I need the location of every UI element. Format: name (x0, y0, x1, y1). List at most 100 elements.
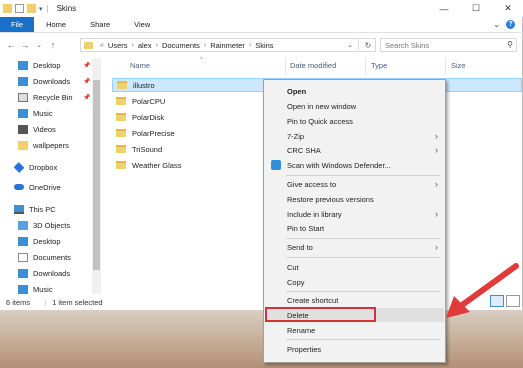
search-placeholder: Search Skins (385, 40, 430, 50)
column-size[interactable]: Size (451, 61, 466, 70)
menu-item-pin-to-quick-access[interactable]: Pin to Quick access (265, 114, 444, 128)
breadcrumb-users[interactable]: Users (108, 41, 128, 50)
menu-item-crc-sha[interactable]: CRC SHA › (265, 143, 444, 157)
nav-item-3d-objects[interactable]: 3D Objects (18, 218, 70, 232)
tab-view[interactable]: View (122, 17, 162, 32)
submenu-arrow-icon: › (435, 209, 438, 219)
help-icon[interactable]: ? (506, 20, 515, 29)
submenu-arrow-icon: › (435, 131, 438, 141)
menu-item-restore-previous-versions[interactable]: Restore previous versions (265, 192, 444, 206)
properties-icon[interactable] (15, 4, 24, 13)
documents-icon (18, 252, 28, 262)
folder-icon (116, 129, 126, 137)
maximize-button[interactable]: ☐ (462, 0, 490, 17)
column-separator[interactable] (445, 58, 446, 74)
navigation-scrollbar[interactable] (92, 58, 101, 294)
menu-item-pin-to-start[interactable]: Pin to Start (265, 221, 444, 235)
folder-icon (117, 81, 127, 89)
menu-item-give-access-to[interactable]: Give access to › (265, 177, 444, 191)
nav-item-dropbox[interactable]: Dropbox (13, 160, 57, 174)
menu-item-properties[interactable]: Properties (265, 342, 444, 356)
menu-item-open-in-new-window[interactable]: Open in new window (265, 99, 444, 113)
column-type[interactable]: Type (371, 61, 387, 70)
nav-item-documents[interactable]: Documents (18, 250, 71, 264)
minimize-button[interactable]: — (430, 0, 458, 17)
address-bar[interactable]: « Users › alex › Documents › Rainmeter ›… (80, 38, 376, 52)
menu-item-create-shortcut[interactable]: Create shortcut (265, 293, 444, 307)
column-separator[interactable] (365, 58, 366, 74)
nav-item-desktop[interactable]: Desktop (18, 58, 61, 72)
nav-label: Music (33, 284, 53, 294)
tab-file[interactable]: File (0, 17, 35, 32)
column-name[interactable]: Name (130, 61, 150, 70)
column-separator[interactable] (285, 58, 286, 74)
nav-item-desktop-pc[interactable]: Desktop (18, 234, 61, 248)
menu-separator (286, 257, 441, 258)
videos-icon (18, 124, 28, 134)
address-dropdown-icon[interactable]: ⌄ (347, 41, 353, 49)
folder-icon (116, 145, 126, 153)
menu-item-cut[interactable]: Cut (265, 260, 444, 274)
downloads-icon (18, 268, 28, 278)
forward-icon[interactable]: → (18, 40, 32, 50)
nav-item-downloads-pc[interactable]: Downloads (18, 266, 70, 280)
menu-label: Open in new window (287, 101, 357, 111)
submenu-arrow-icon: › (435, 145, 438, 155)
tab-share[interactable]: Share (78, 17, 122, 32)
menu-label: Give access to (287, 179, 337, 189)
expand-ribbon-icon[interactable]: ⌄ (493, 20, 500, 29)
menu-label: Rename (287, 325, 316, 335)
menu-label: Send to (287, 242, 313, 252)
recent-locations-icon[interactable]: ⌄ (32, 41, 46, 49)
menu-item-rename[interactable]: Rename (265, 323, 444, 337)
new-folder-icon[interactable] (27, 4, 36, 13)
qat-dropdown-icon[interactable]: ▾ (39, 5, 43, 13)
nav-item-downloads[interactable]: Downloads (18, 74, 70, 88)
title-bar: ▾ | Skins — ☐ ✕ (0, 0, 523, 17)
folder-small-icon (3, 4, 12, 13)
nav-item-recycle-bin[interactable]: Recycle Bin (18, 90, 73, 104)
breadcrumb-alex[interactable]: alex (138, 41, 152, 50)
desktop-icon (18, 236, 28, 246)
crumb-separator: › (155, 41, 158, 49)
search-icon: ⚲ (507, 40, 513, 49)
nav-label: Documents (33, 252, 71, 262)
folder-icon (116, 97, 126, 105)
desktop-icon (18, 60, 28, 70)
menu-separator (286, 339, 441, 340)
menu-item-open[interactable]: Open (265, 84, 444, 98)
menu-label: Open (287, 86, 307, 96)
folder-icon (18, 140, 28, 150)
nav-label: wallpepers (33, 140, 69, 150)
red-arrow-icon (446, 263, 519, 318)
navigation-pane: Desktop 📌 Downloads 📌 Recycle Bin 📌 Musi… (0, 56, 92, 294)
tab-home[interactable]: Home (34, 17, 78, 32)
column-date-modified[interactable]: Date modified (290, 61, 336, 70)
close-button[interactable]: ✕ (494, 0, 522, 17)
menu-item-scan-with-windows-defender[interactable]: Scan with Windows Defender... (265, 158, 444, 172)
scrollbar-thumb[interactable] (93, 80, 100, 270)
nav-item-music[interactable]: Music (18, 106, 53, 120)
ribbon-tabs: File Home Share View ⌄ ? (0, 17, 523, 33)
column-headers: Name ^ Date modified Type Size (110, 57, 523, 74)
nav-item-wallpepers[interactable]: wallpepers (18, 138, 69, 152)
menu-item-7-zip[interactable]: 7-Zip › (265, 129, 444, 143)
refresh-button[interactable]: ↻ (358, 38, 377, 52)
search-input[interactable]: Search Skins ⚲ (380, 38, 517, 52)
breadcrumb-rainmeter[interactable]: Rainmeter (210, 41, 245, 50)
windows-defender-icon (271, 160, 281, 170)
up-icon[interactable]: ↑ (46, 40, 60, 50)
onedrive-icon (14, 184, 24, 190)
nav-item-videos[interactable]: Videos (18, 122, 56, 136)
back-icon[interactable]: ← (4, 40, 18, 50)
menu-item-copy[interactable]: Copy (265, 275, 444, 289)
nav-item-onedrive[interactable]: OneDrive (14, 180, 61, 194)
menu-item-include-in-library[interactable]: Include in library › (265, 207, 444, 221)
nav-item-this-pc[interactable]: This PC (14, 202, 56, 216)
dropbox-icon (13, 161, 25, 173)
breadcrumb-skins[interactable]: Skins (255, 41, 273, 50)
breadcrumb-documents[interactable]: Documents (162, 41, 200, 50)
menu-label: Include in library (287, 209, 342, 219)
pin-icon: 📌 (83, 79, 91, 85)
menu-item-send-to[interactable]: Send to › (265, 240, 444, 254)
